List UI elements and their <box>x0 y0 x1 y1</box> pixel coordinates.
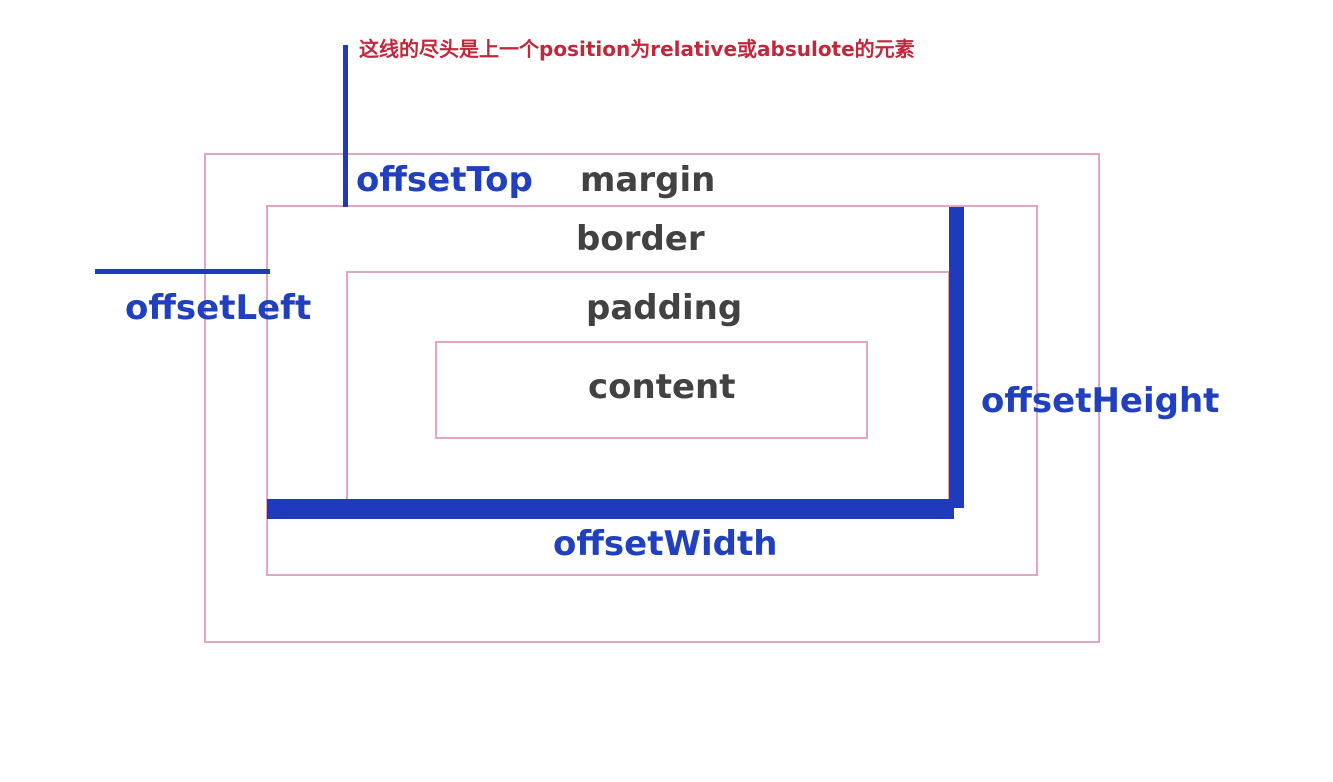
annotation-note: 这线的尽头是上一个position为relative或absulote的元素 <box>359 37 915 61</box>
offset-top-label: offsetTop <box>356 160 533 200</box>
content-label: content <box>588 367 736 407</box>
offset-height-bar <box>949 207 964 508</box>
offset-height-label: offsetHeight <box>981 381 1220 421</box>
margin-label: margin <box>580 160 716 200</box>
offset-left-line <box>95 269 270 274</box>
offset-top-line <box>343 45 348 207</box>
offset-width-label: offsetWidth <box>553 524 778 564</box>
padding-label: padding <box>586 288 743 328</box>
offset-left-label: offsetLeft <box>125 288 312 328</box>
offset-width-bar <box>267 499 954 519</box>
border-label: border <box>576 219 705 259</box>
